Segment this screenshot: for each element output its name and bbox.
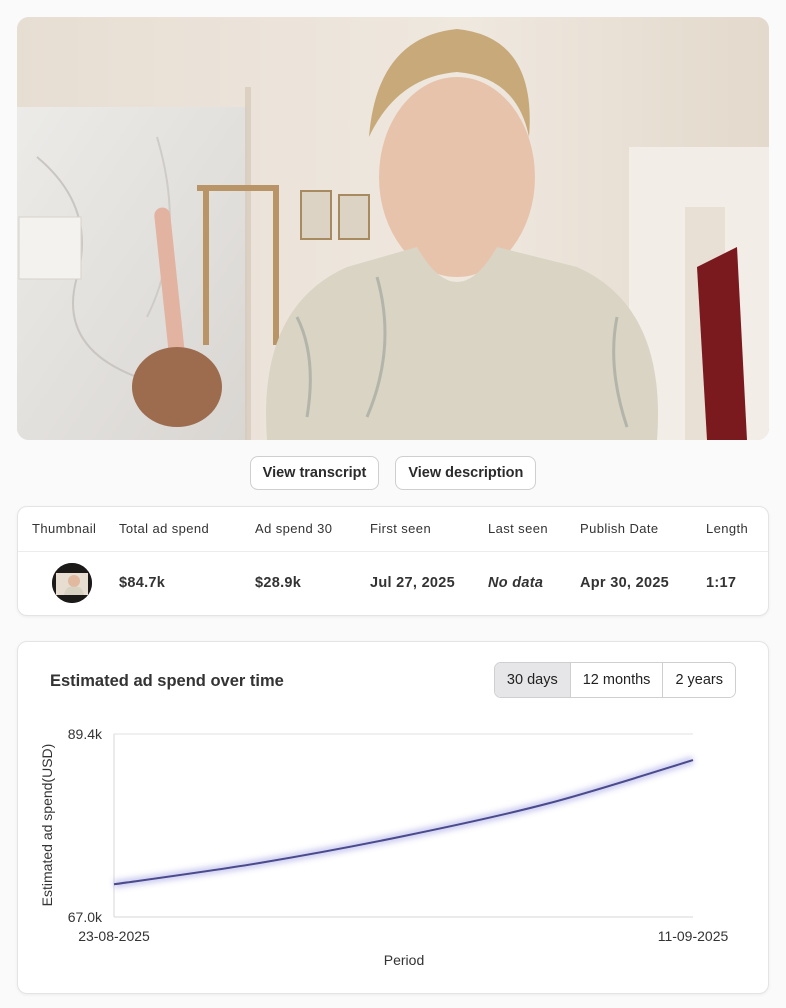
header-publish-date: Publish Date [568, 507, 694, 552]
first-seen-value: Jul 27, 2025 [370, 575, 456, 592]
total-ad-spend-value: $84.7k [119, 575, 166, 592]
ad-spend-30-value: $28.9k [255, 575, 302, 592]
last-seen-value: No data [488, 575, 544, 592]
ad-spend-chart-card: Estimated ad spend over time 30 days 12 … [17, 641, 769, 994]
header-last-seen: Last seen [477, 507, 568, 552]
video-thumbnail[interactable] [52, 563, 92, 604]
ad-stats-table: Thumbnail Total ad spend Ad spend 30 Fir… [17, 506, 769, 616]
header-thumbnail: Thumbnail [18, 507, 113, 552]
view-transcript-button[interactable]: View transcript [249, 456, 380, 490]
video-actions: View transcript View description [0, 456, 786, 490]
view-description-button[interactable]: View description [395, 456, 537, 490]
header-first-seen: First seen [358, 507, 477, 552]
x-axis-label: Period [384, 952, 424, 968]
table-header-row: Thumbnail Total ad spend Ad spend 30 Fir… [18, 507, 768, 552]
video-frame-image [17, 17, 769, 440]
y-axis-label: Estimated ad spend(USD) [39, 744, 55, 907]
video-player[interactable] [17, 17, 769, 440]
y-tick-label-max: 89.4k [68, 726, 103, 742]
header-length: Length [694, 507, 768, 552]
y-tick-label-min: 67.0k [68, 909, 103, 925]
table-row: $84.7k $28.9k Jul 27, 2025 No data Apr 3… [18, 551, 768, 615]
header-ad-spend-30: Ad spend 30 [244, 507, 358, 552]
header-total-ad-spend: Total ad spend [113, 507, 244, 552]
ad-spend-line-chart: 89.4k 67.0k 23-08-2025 11-09-2025 Period… [39, 726, 729, 968]
length-value: 1:17 [706, 575, 737, 592]
series-line-glow [113, 756, 695, 889]
x-tick-label-end: 11-09-2025 [658, 928, 729, 944]
x-tick-label-start: 23-08-2025 [78, 928, 150, 944]
publish-date-value: Apr 30, 2025 [580, 575, 670, 592]
series-line [113, 759, 694, 886]
